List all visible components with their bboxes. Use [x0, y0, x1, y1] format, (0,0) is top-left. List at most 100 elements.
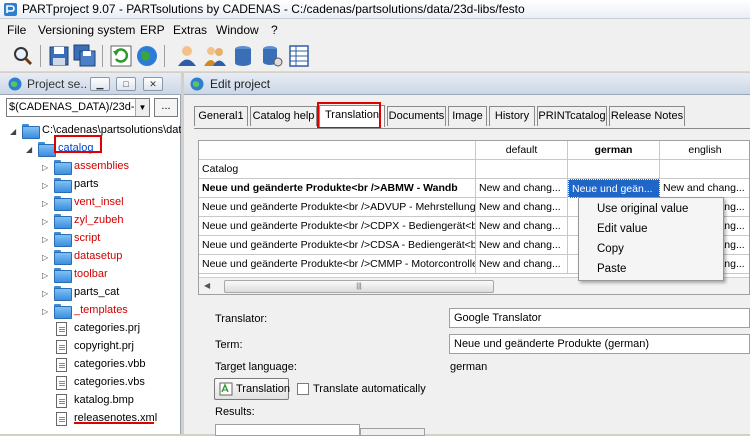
term-select[interactable]: Neue und geänderte Produkte (german) — [449, 334, 750, 354]
path-combobox[interactable]: $(CADENAS_DATA)/23d-libs ▼ — [6, 98, 150, 117]
menu-item-edit-value[interactable]: Edit value — [597, 223, 648, 235]
refresh-icon[interactable] — [108, 43, 134, 69]
tree-item-datasetup[interactable]: ▷ datasetup — [42, 248, 180, 266]
file-icon — [54, 358, 70, 372]
grid-header-default[interactable]: default — [476, 141, 568, 160]
grid-header-english[interactable]: english — [660, 141, 749, 160]
menu-bar: File Versioning system ERP Extras Window… — [0, 19, 750, 40]
maximize-button[interactable]: □ — [116, 77, 136, 91]
tree-item-parts[interactable]: ▷ parts — [42, 176, 180, 194]
browse-button[interactable]: ... — [154, 98, 178, 117]
table-icon[interactable] — [286, 43, 312, 69]
menu-file[interactable]: File — [7, 23, 26, 37]
tree-item-katalog-bmp[interactable]: katalog.bmp — [42, 392, 180, 410]
grid-cell-key[interactable]: Neue und geänderte Produkte<br />ADVUP -… — [199, 198, 476, 217]
expand-icon[interactable]: ▷ — [42, 163, 52, 172]
translation-button[interactable]: Translation — [214, 378, 291, 400]
image-file-icon — [54, 394, 70, 408]
tab-general1[interactable]: General1 — [194, 106, 248, 126]
expand-icon[interactable]: ▷ — [42, 289, 52, 298]
menu-extras[interactable]: Extras — [173, 23, 207, 37]
tree-item-releasenotes-xml[interactable]: releasenotes.xml — [42, 410, 180, 428]
tree-item-vent-insel[interactable]: ▷ vent_insel — [42, 194, 180, 212]
grid-cell-german-selected[interactable]: Neue und geän... — [568, 179, 660, 198]
menu-erp[interactable]: ERP — [140, 23, 165, 37]
file-icon — [54, 340, 70, 354]
expand-icon[interactable]: ▷ — [42, 253, 52, 262]
grid-cell-english[interactable] — [660, 160, 749, 179]
grid-cell-key[interactable]: Neue und geänderte Produkte<br />CMMP - … — [199, 255, 476, 274]
translate-automatically-label: Translate automatically — [313, 383, 426, 395]
grid-cell-default[interactable]: New and chang... — [476, 255, 568, 274]
expand-icon[interactable]: ▷ — [42, 307, 52, 316]
chevron-down-icon[interactable]: ▼ — [135, 99, 149, 116]
menu-versioning-system[interactable]: Versioning system — [38, 23, 135, 37]
database-icon[interactable] — [230, 43, 256, 69]
grid-cell-german[interactable] — [568, 160, 660, 179]
database-settings-icon[interactable] — [258, 43, 284, 69]
expand-icon[interactable]: ▷ — [42, 199, 52, 208]
menu-item-copy[interactable]: Copy — [597, 243, 624, 255]
tree-item-toolbar[interactable]: ▷ toolbar — [42, 266, 180, 284]
tab-printcatalog[interactable]: PRINTcatalog — [537, 106, 607, 126]
grid-cell-default[interactable]: New and chang... — [476, 198, 568, 217]
edit-project-header: Edit project — [184, 73, 750, 95]
save-all-icon[interactable] — [72, 43, 98, 69]
user-icon[interactable] — [174, 43, 200, 69]
tree-item-assemblies[interactable]: ▷ assemblies — [42, 158, 180, 176]
menu-item-paste[interactable]: Paste — [597, 263, 626, 275]
results-list[interactable] — [215, 424, 360, 436]
grid-cell-key[interactable]: Neue und geänderte Produkte<br />ABMW - … — [199, 179, 476, 198]
scroll-left-icon[interactable]: ◀ — [204, 281, 210, 290]
grid-cell-english[interactable]: New and chang... — [660, 179, 749, 198]
menu-window[interactable]: Window — [216, 23, 259, 37]
translation-button-label: Translation — [236, 383, 291, 395]
tree-item-zyl-zubeh[interactable]: ▷ zyl_zubeh — [42, 212, 180, 230]
grid-cell-default[interactable]: New and chang... — [476, 217, 568, 236]
file-icon — [54, 322, 70, 336]
toolbar — [0, 40, 750, 72]
grid-cell-key[interactable]: Neue und geänderte Produkte<br />CDSA - … — [199, 236, 476, 255]
grid-cell-default[interactable]: New and chang... — [476, 179, 568, 198]
tree-item-script[interactable]: ▷ script — [42, 230, 180, 248]
tab-catalog-help[interactable]: Catalog help — [250, 106, 317, 126]
save-icon[interactable] — [46, 43, 72, 69]
tab-history[interactable]: History — [489, 106, 535, 126]
grid-cell-default[interactable] — [476, 160, 568, 179]
tree-item-parts-cat[interactable]: ▷ parts_cat — [42, 284, 180, 302]
translate-icon — [219, 382, 233, 396]
collapse-icon[interactable]: ◢ — [26, 145, 36, 154]
expand-icon[interactable]: ▷ — [42, 235, 52, 244]
tab-release-notes[interactable]: Release Notes — [609, 106, 685, 126]
tab-documents[interactable]: Documents — [387, 106, 446, 126]
folder-icon — [54, 160, 72, 175]
grid-cell-key[interactable]: Catalog — [199, 160, 476, 179]
path-value: $(CADENAS_DATA)/23d-libs — [9, 101, 150, 113]
tab-image[interactable]: Image — [448, 106, 487, 126]
tree-item-categories-vbb[interactable]: categories.vbb — [42, 356, 180, 374]
expand-icon[interactable]: ▷ — [42, 271, 52, 280]
globe-icon[interactable] — [134, 43, 160, 69]
translate-automatically-checkbox[interactable] — [297, 383, 309, 395]
menu-item-use-original-value[interactable]: Use original value — [597, 203, 688, 215]
expand-icon[interactable]: ▷ — [42, 181, 52, 190]
scrollbar-thumb[interactable]: ||| — [224, 280, 494, 293]
grid-cell-default[interactable]: New and chang... — [476, 236, 568, 255]
tree-item-templates[interactable]: ▷ _templates — [42, 302, 180, 320]
close-button[interactable]: ✕ — [143, 77, 163, 91]
menu-help[interactable]: ? — [271, 23, 278, 37]
users-icon[interactable] — [202, 43, 228, 69]
tree-item-copyright-prj[interactable]: copyright.prj — [42, 338, 180, 356]
tree-item-categories-prj[interactable]: categories.prj — [42, 320, 180, 338]
translator-select[interactable]: Google Translator — [449, 308, 750, 328]
minimize-button[interactable]: ▁ — [90, 77, 110, 91]
collapse-icon[interactable]: ◢ — [10, 127, 20, 136]
project-selection-pane: Project se... ▁ □ ✕ $(CADENAS_DATA)/23d-… — [0, 73, 181, 434]
search-icon[interactable] — [10, 43, 36, 69]
grid-cell-key[interactable]: Neue und geänderte Produkte<br />CDPX - … — [199, 217, 476, 236]
results-tab[interactable] — [360, 428, 425, 436]
grid-header-german[interactable]: german — [568, 141, 660, 160]
tree-item-catalog[interactable]: ◢ catalog — [26, 140, 180, 158]
tree-item-categories-vbs[interactable]: categories.vbs — [42, 374, 180, 392]
expand-icon[interactable]: ▷ — [42, 217, 52, 226]
